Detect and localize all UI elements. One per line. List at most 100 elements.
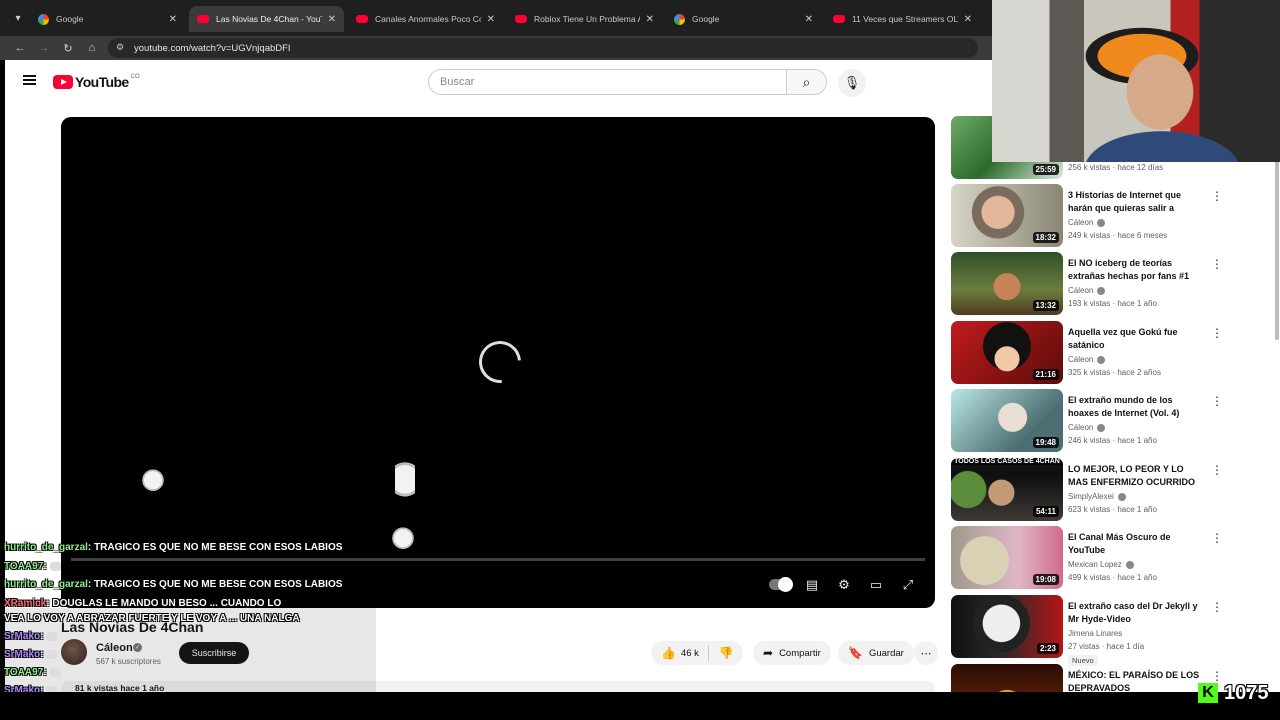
- list-item[interactable]: TODOS LOS CASOS DE 4CHAN 54:11 LO MEJOR,…: [951, 458, 1280, 522]
- tab-title: Roblox Tiene Un Problema Asq: [534, 14, 640, 24]
- youtube-icon: [515, 15, 527, 23]
- chat-text: : DOUGLAS LE MANDO UN BESO ... CUANDO LO: [46, 598, 282, 609]
- cat-emote-icon: [49, 667, 61, 677]
- video-title[interactable]: El NO iceberg de teorías extrañas hechas…: [1068, 257, 1204, 283]
- chat-username: hurrito_de_garzal: [4, 579, 88, 590]
- channel-name[interactable]: SimplyAlexei: [1068, 492, 1126, 501]
- address-bar[interactable]: ⚙ youtube.com/watch?v=UGVnjqabDFI: [108, 38, 978, 58]
- video-thumbnail[interactable]: 18:32: [951, 184, 1063, 247]
- page-scrollbar[interactable]: [1275, 160, 1279, 340]
- video-thumbnail[interactable]: 19:48: [951, 389, 1063, 452]
- search-input[interactable]: Buscar: [428, 69, 786, 95]
- like-button[interactable]: 👍 46 k: [651, 645, 709, 661]
- fullscreen-icon[interactable]: ⤢: [897, 575, 919, 595]
- tab-title: Las Novias De 4Chan - YouTube: [216, 14, 322, 24]
- list-item[interactable]: 19:48 El extraño mundo de los hoaxes de …: [951, 389, 1280, 453]
- video-title[interactable]: Aquella vez que Gokú fue satánico: [1068, 326, 1204, 352]
- close-tab-icon[interactable]: ✕: [805, 14, 813, 25]
- chat-message: TOAA97:: [4, 561, 64, 572]
- menu-icon[interactable]: [23, 75, 36, 85]
- video-title[interactable]: 3 Historias de Internet que harán que qu…: [1068, 189, 1204, 215]
- theater-mode-icon[interactable]: ▭: [865, 575, 887, 595]
- microphone-icon[interactable]: 🎙: [838, 69, 866, 97]
- more-options-icon[interactable]: ⋮: [1211, 463, 1223, 479]
- video-thumbnail[interactable]: 13:32: [951, 252, 1063, 315]
- video-player[interactable]: ▤ ⚙ ▭ ⤢: [61, 117, 935, 608]
- more-options-icon[interactable]: ⋮: [1211, 326, 1223, 342]
- save-label: Guardar: [868, 647, 904, 659]
- webcam-overlay: [992, 0, 1280, 162]
- list-item[interactable]: 18:32 3 Historias de Internet que harán …: [951, 184, 1280, 248]
- more-options-icon[interactable]: ⋮: [1211, 531, 1223, 547]
- autoplay-toggle[interactable]: [769, 577, 793, 592]
- close-tab-icon[interactable]: ✕: [169, 14, 177, 25]
- subtitles-icon[interactable]: ▤: [801, 575, 823, 595]
- duration-badge: 18:32: [1032, 232, 1059, 243]
- close-tab-icon[interactable]: ✕: [487, 14, 495, 25]
- video-thumbnail[interactable]: 2:23: [951, 595, 1063, 658]
- like-dislike-group: 👍 46 k 👎: [651, 641, 743, 665]
- browser-tab-bar: ▾ Google ✕ Las Novias De 4Chan - YouTube…: [0, 0, 992, 36]
- more-options-icon[interactable]: ⋮: [1211, 394, 1223, 410]
- search-placeholder: Buscar: [440, 76, 475, 88]
- more-options-icon[interactable]: ⋮: [1211, 189, 1223, 205]
- video-thumbnail[interactable]: 21:16: [951, 321, 1063, 384]
- browser-tab[interactable]: Roblox Tiene Un Problema Asq ✕: [507, 6, 662, 32]
- forward-arrow-icon[interactable]: →: [36, 40, 52, 56]
- video-title[interactable]: El Canal Más Oscuro de YouTube: [1068, 531, 1204, 557]
- chat-username: TOAA97: [4, 667, 44, 678]
- channel-name[interactable]: Cáleon: [1068, 218, 1106, 227]
- list-item[interactable]: 19:08 El Canal Más Oscuro de YouTube Mex…: [951, 526, 1280, 590]
- settings-gear-icon[interactable]: ⚙: [833, 575, 855, 595]
- thumbnail-caption: TODOS LOS CASOS DE 4CHAN: [951, 458, 1063, 465]
- channel-name[interactable]: Cáleon: [1068, 423, 1106, 432]
- channel-name[interactable]: Cáleon: [1068, 286, 1106, 295]
- youtube-logo[interactable]: YouTube CO: [53, 74, 140, 90]
- video-title[interactable]: El extraño caso del Dr Jekyll y Mr Hyde-…: [1068, 600, 1204, 626]
- search-icon[interactable]: ⌕: [786, 69, 827, 95]
- browser-toolbar: ← → ↻ ⌂ ⚙ youtube.com/watch?v=UGVnjqabDF…: [0, 36, 992, 60]
- video-title[interactable]: LO MEJOR, LO PEOR Y LO MAS ENFERMIZO OCU…: [1068, 463, 1204, 489]
- duration-badge: 54:11: [1032, 506, 1059, 517]
- more-options-icon[interactable]: ⋮: [1211, 600, 1223, 616]
- tab-list-chevron-icon[interactable]: ▾: [8, 8, 28, 28]
- browser-tab[interactable]: 11 Veces que Streamers OLVIDA ✕: [825, 6, 980, 32]
- more-actions-icon[interactable]: ⋯: [914, 641, 938, 665]
- close-tab-icon[interactable]: ✕: [646, 14, 654, 25]
- duration-badge: 2:23: [1036, 643, 1059, 654]
- close-tab-icon[interactable]: ✕: [328, 14, 336, 25]
- video-thumbnail[interactable]: TODOS LOS CASOS DE 4CHAN 54:11: [951, 458, 1063, 521]
- chat-username: hurrito_de_garzal: [4, 542, 88, 553]
- chat-username: TOAA97: [4, 561, 44, 572]
- browser-tab[interactable]: Google ✕: [30, 6, 185, 32]
- video-stats: 256 k vistas · hace 12 días: [1068, 163, 1164, 172]
- cat-emote-icon: [46, 649, 58, 659]
- home-icon[interactable]: ⌂: [84, 40, 100, 56]
- logo-country: CO: [130, 74, 140, 80]
- share-button[interactable]: ➦ Compartir: [753, 641, 831, 665]
- stream-chat-overlay: hurrito_de_garzal: TRAGICO ES QUE NO ME …: [0, 540, 376, 696]
- browser-tab[interactable]: Google ✕: [666, 6, 821, 32]
- video-title[interactable]: El extraño mundo de los hoaxes de Intern…: [1068, 394, 1204, 420]
- list-item[interactable]: 2:23 El extraño caso del Dr Jekyll y Mr …: [951, 595, 1280, 666]
- site-info-icon[interactable]: ⚙: [116, 42, 128, 54]
- list-item[interactable]: 21:16 Aquella vez que Gokú fue satánico …: [951, 321, 1280, 385]
- browser-tab-active[interactable]: Las Novias De 4Chan - YouTube ✕: [189, 6, 344, 32]
- duration-badge: 21:16: [1032, 369, 1059, 380]
- cat-emote-icon: [141, 467, 165, 491]
- more-options-icon[interactable]: ⋮: [1211, 257, 1223, 273]
- youtube-icon: [833, 15, 845, 23]
- chat-text: VEA LO VOY A ABRAZAR FUERTE Y LE VOY A .…: [4, 613, 300, 624]
- reload-icon[interactable]: ↻: [60, 40, 76, 56]
- channel-name[interactable]: Cáleon: [1068, 355, 1106, 364]
- channel-name[interactable]: Jimena Linares: [1068, 629, 1122, 638]
- list-item[interactable]: 13:32 El NO iceberg de teorías extrañas …: [951, 252, 1280, 316]
- thumbs-up-icon: 👍: [661, 646, 676, 660]
- dislike-button[interactable]: 👎: [709, 646, 743, 660]
- back-arrow-icon[interactable]: ←: [12, 40, 28, 56]
- save-button[interactable]: 🔖 Guardar: [838, 641, 914, 665]
- video-thumbnail[interactable]: 19:08: [951, 526, 1063, 589]
- close-tab-icon[interactable]: ✕: [964, 14, 972, 25]
- browser-tab[interactable]: Canales Anormales Poco Conoc ✕: [348, 6, 503, 32]
- channel-name[interactable]: Mexican Lopez: [1068, 560, 1134, 569]
